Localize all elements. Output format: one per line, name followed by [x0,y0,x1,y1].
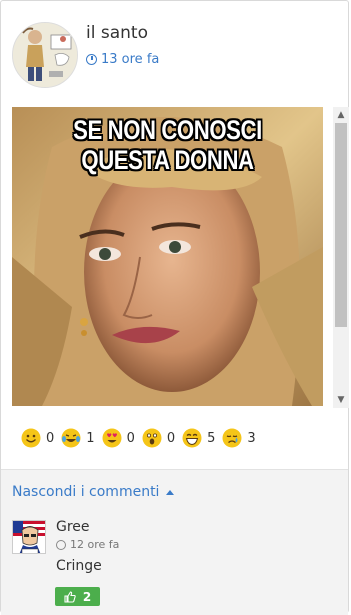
reaction-smile[interactable]: 0 [21,428,54,448]
comment-time-label: 12 ore fa [70,538,120,551]
author-avatar[interactable] [12,22,78,88]
cartoon-avatar-icon [13,23,77,87]
post-time-label: 13 ore fa [101,52,160,67]
commenter-avatar-icon [13,521,45,553]
commenter-avatar[interactable] [12,520,46,554]
heart-eyes-emoji-icon [102,428,122,448]
reaction-count: 3 [247,430,256,446]
meme-caption-line-2: QUESTA DONNA [81,145,254,175]
reactions-bar: 0 1 0 0 5 3 [21,425,263,451]
laugh-tears-emoji-icon [61,428,81,448]
caret-up-icon [166,489,175,495]
meme-caption-line-1: SE NON CONOSCI [73,115,262,145]
smile-emoji-icon [21,428,41,448]
reaction-count: 0 [46,430,55,446]
thumbs-up-icon [64,590,76,603]
meme-container: SE NON CONOSCI QUESTA DONNA ▲ ▼ [12,107,349,408]
reaction-count: 1 [86,430,95,446]
clock-icon [86,54,97,65]
scroll-up-arrow-icon[interactable]: ▲ [333,107,349,123]
post-card: il santo 13 ore fa SE NON CONOSCI QUESTA… [0,0,349,615]
like-count: 2 [82,589,92,604]
hide-comments-toggle[interactable]: Nascondi i commenti [12,484,175,500]
commenter-name[interactable]: Gree [56,519,90,535]
comment-text: Cringe [56,558,102,574]
reaction-count: 5 [207,430,216,446]
reaction-count: 0 [126,430,135,446]
author-name[interactable]: il santo [86,23,148,43]
reaction-count: 0 [166,430,176,446]
crying-emoji-icon [222,428,242,448]
scroll-thumb[interactable] [335,123,347,327]
grin-emoji-icon [182,428,202,448]
reaction-crying[interactable]: 3 [222,428,256,448]
reaction-grin[interactable]: 5 [182,428,215,448]
comment-like-button[interactable]: 2 [55,587,100,606]
reaction-surprised[interactable]: 0 [142,428,175,448]
reaction-laugh-tears[interactable]: 1 [61,428,95,448]
comment-time: 12 ore fa [56,538,119,551]
post-header: il santo 13 ore fa [1,1,348,101]
hide-comments-label: Nascondi i commenti [12,484,160,500]
comments-section: Nascondi i commenti Gree 12 ore fa Cring… [1,469,348,615]
surprised-emoji-icon [142,428,162,448]
meme-image[interactable]: SE NON CONOSCI QUESTA DONNA [12,107,323,406]
reaction-heart-eyes[interactable]: 0 [102,428,135,448]
post-time: 13 ore fa [86,52,159,67]
meme-scrollbar[interactable]: ▲ ▼ [333,107,349,408]
scroll-down-arrow-icon[interactable]: ▼ [333,392,349,408]
clock-icon [56,539,66,550]
